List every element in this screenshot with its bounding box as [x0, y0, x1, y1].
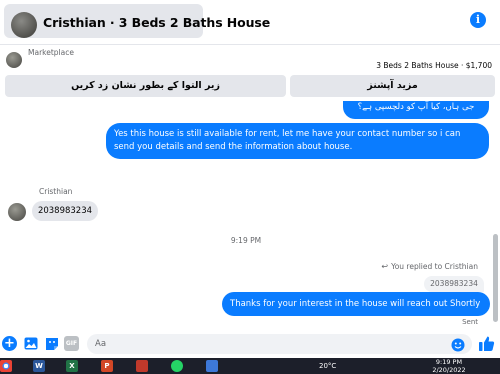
message-input[interactable] [87, 334, 472, 354]
excel-icon[interactable]: X [66, 360, 78, 372]
reply-label: You replied to Cristhian [391, 262, 478, 271]
conversation-title-button[interactable]: Cristhian · 3 Beds 2 Baths House [4, 4, 270, 38]
mark-pending-button[interactable]: زیر التوا کے بطور نشان زد کریں [5, 75, 286, 97]
marketplace-label: Marketplace [28, 48, 74, 57]
avatar [8, 203, 26, 221]
photo-icon[interactable] [23, 336, 38, 351]
powerpoint-icon[interactable]: P [101, 360, 113, 372]
chat-header: Cristhian · 3 Beds 2 Baths House i [0, 0, 500, 45]
os-taskbar: W X P 20°C 9:19 PM 2/20/2022 [0, 358, 500, 374]
like-icon[interactable] [478, 335, 495, 352]
plus-icon[interactable]: + [2, 336, 17, 351]
incoming-message: 2038983234 [32, 201, 98, 221]
chrome-icon[interactable] [0, 360, 12, 372]
listing-thumbnail [6, 52, 22, 68]
emoji-icon[interactable] [451, 337, 465, 352]
whatsapp-icon[interactable] [171, 360, 183, 372]
clock-time: 9:19 PM [435, 358, 463, 366]
outgoing-message: Yes this house is still available for re… [106, 123, 489, 159]
word-icon[interactable]: W [33, 360, 45, 372]
composer: + GIF [0, 330, 500, 358]
scrollbar[interactable] [493, 234, 498, 322]
more-options-button[interactable]: مزید آپشنز [290, 75, 495, 97]
message-status: Sent [462, 318, 478, 326]
outgoing-message: Thanks for your interest in the house wi… [222, 292, 490, 316]
reply-arrow-icon: ↩ [381, 262, 389, 271]
sender-name: Cristhian [39, 187, 73, 196]
quoted-message: 2038983234 [424, 276, 484, 292]
app-icon[interactable] [136, 360, 148, 372]
system-clock[interactable]: 9:19 PM 2/20/2022 [431, 358, 467, 374]
clock-date: 2/20/2022 [432, 366, 466, 374]
sticker-icon[interactable] [44, 336, 59, 351]
marketplace-strip: Marketplace 3 Beds 2 Baths House · $1,70… [0, 45, 500, 101]
avatar [11, 12, 37, 38]
listing-title-price[interactable]: 3 Beds 2 Baths House · $1,700 [376, 61, 492, 70]
message-thread: جی ہاں، کیا آپ کو دلچسپی ہے؟ Yes this ho… [0, 101, 492, 330]
timestamp: 9:19 PM [230, 236, 262, 245]
conversation-title: Cristhian · 3 Beds 2 Baths House [43, 15, 271, 30]
store-icon[interactable] [206, 360, 218, 372]
info-icon[interactable]: i [470, 12, 486, 28]
outgoing-message: جی ہاں، کیا آپ کو دلچسپی ہے؟ [343, 101, 489, 119]
gif-icon[interactable]: GIF [64, 336, 79, 351]
reply-indicator: ↩ You replied to Cristhian [381, 262, 478, 271]
weather-temperature[interactable]: 20°C [319, 362, 336, 370]
